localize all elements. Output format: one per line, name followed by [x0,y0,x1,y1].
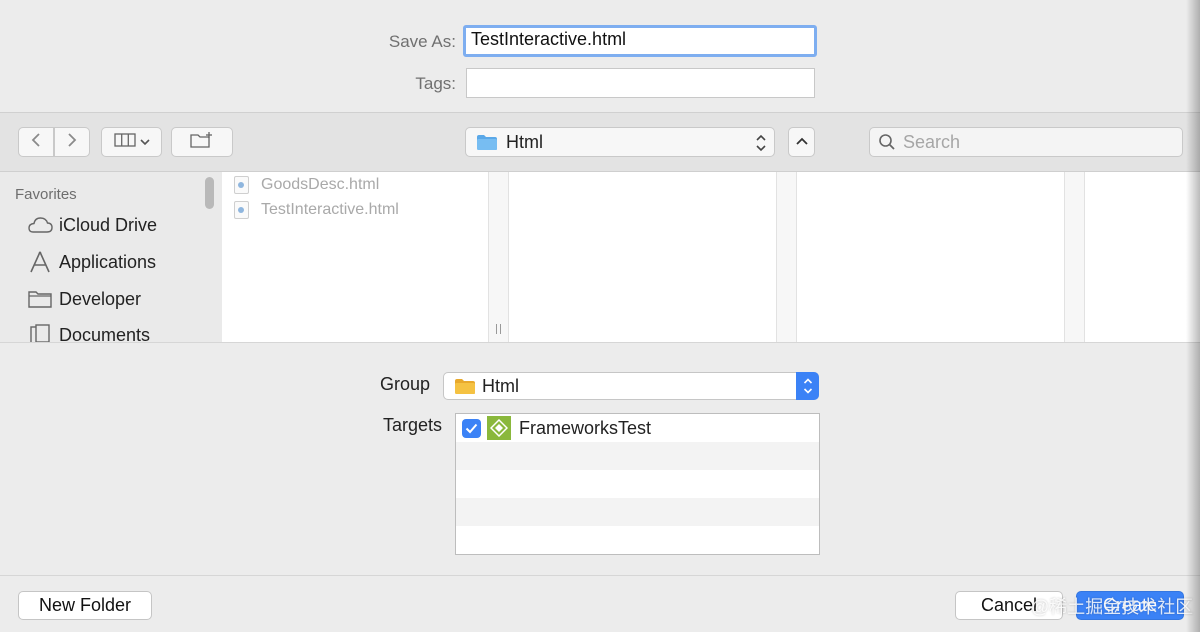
sidebar-item-applications[interactable]: Applications [27,251,156,273]
new-folder-icon [190,131,214,154]
sidebar-item-developer[interactable]: Developer [27,288,141,310]
cancel-button[interactable]: Cancel [955,591,1063,620]
sidebar-item-label: iCloud Drive [59,214,158,235]
applications-icon [27,251,53,273]
column-view-icon [113,132,136,152]
column-divider [1065,172,1085,342]
sidebar: Favorites iCloud Drive Applications Deve… [0,172,222,345]
group-value: Html [482,375,519,396]
save-as-label: Save As: [388,32,456,51]
save-as-field[interactable]: TestInteractive.html [463,25,817,57]
back-button[interactable] [18,127,54,157]
collapse-button[interactable] [788,127,815,157]
folder-icon [476,134,498,151]
sidebar-item-label: Applications [59,251,157,272]
checkbox-checked[interactable] [462,418,481,438]
file-browser: Favorites iCloud Drive Applications Deve… [0,172,1200,345]
updown-chevron-icon [796,372,819,400]
target-app-icon [487,416,511,440]
browser-column-1: GoodsDesc.html TestInteractive.html [222,172,489,342]
sidebar-item-label: Developer [59,288,142,309]
target-row-empty [456,498,819,526]
sidebar-item-icloud-drive[interactable]: iCloud Drive [27,214,157,236]
column-divider [777,172,797,342]
target-row-empty [456,526,819,554]
group-select[interactable]: Html [443,372,819,400]
location-label: Html [506,131,543,152]
column-resize-handle[interactable] [489,172,509,342]
footer-divider [0,575,1200,576]
save-panel-header: Save As: TestInteractive.html Tags: [0,0,1200,112]
browser-column-4 [1085,172,1200,342]
browser-toolbar: Html Search [0,112,1200,172]
browser-column-2 [509,172,777,342]
chevron-right-icon [67,132,77,153]
forward-button[interactable] [54,127,90,157]
sidebar-section-favorites: Favorites [15,186,77,203]
target-name: FrameworksTest [519,417,652,438]
create-button[interactable]: Create [1076,591,1184,620]
tags-label: Tags: [415,74,456,93]
tags-field[interactable] [466,68,815,98]
folder-icon [454,378,476,395]
file-item[interactable]: GoodsDesc.html [234,176,379,194]
file-name: TestInteractive.html [261,201,399,218]
options-panel: Group Html Targets FrameworksTest New Fo… [0,342,1200,632]
file-name: GoodsDesc.html [261,176,380,193]
cloud-icon [27,214,53,236]
chevron-up-icon [795,133,808,151]
view-mode-button[interactable] [101,127,162,157]
targets-list: FrameworksTest [455,413,820,555]
file-item[interactable]: TestInteractive.html [234,201,399,219]
new-folder-button[interactable]: New Folder [18,591,152,620]
html-file-icon [234,176,249,194]
new-folder-toolbar-button[interactable] [171,127,233,157]
search-input[interactable]: Search [869,127,1183,157]
search-placeholder: Search [903,131,961,152]
folder-icon [27,288,53,310]
updown-chevron-icon [756,134,766,157]
chevron-left-icon [31,132,41,153]
location-popup[interactable]: Html [465,127,775,157]
target-row-empty [456,470,819,498]
browser-column-3 [797,172,1065,342]
group-label: Group [380,374,431,394]
target-row[interactable]: FrameworksTest [456,414,819,442]
window-edge-shadow [1186,0,1200,632]
html-file-icon [234,201,249,219]
search-icon [878,133,896,151]
sidebar-scrollbar[interactable] [205,177,214,209]
targets-label: Targets [383,415,443,435]
target-row-empty [456,442,819,470]
chevron-down-icon [139,133,150,151]
